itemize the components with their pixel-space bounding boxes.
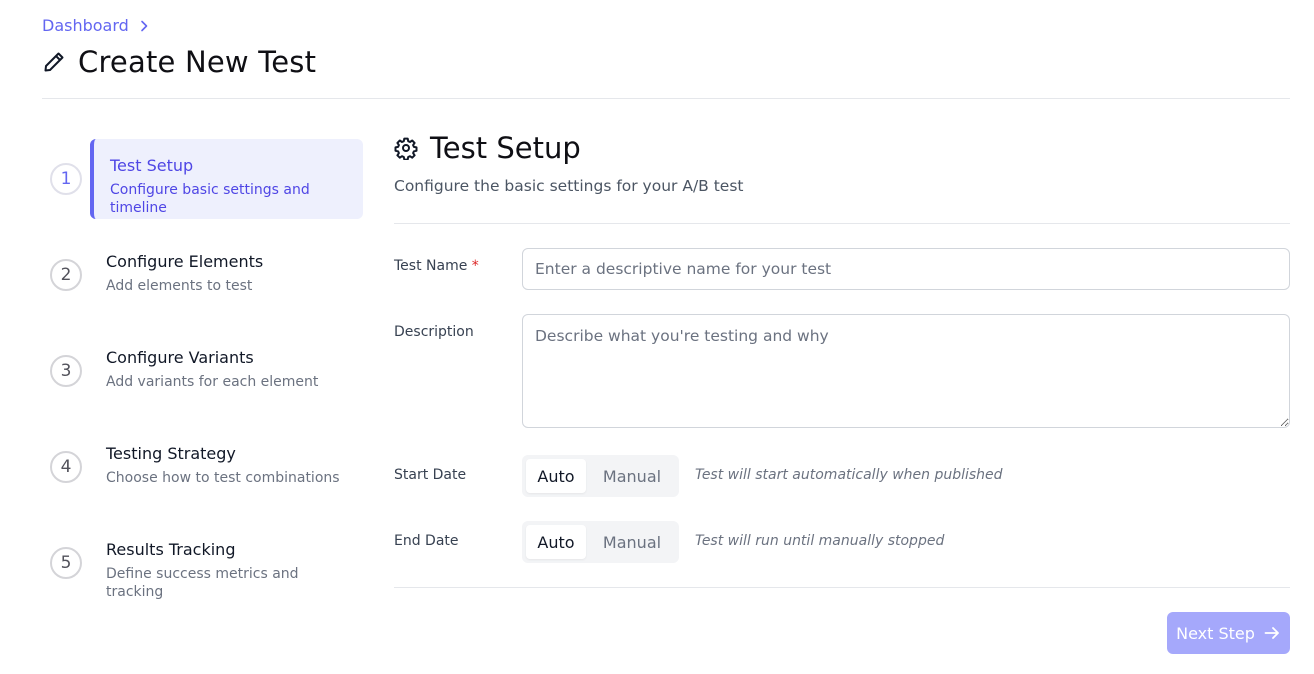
- header-divider: [42, 98, 1290, 99]
- step-number: 3: [50, 355, 82, 387]
- step-description: Define success metrics and tracking: [106, 566, 299, 600]
- page-header: Create New Test: [42, 45, 316, 79]
- next-step-button[interactable]: Next Step: [1167, 612, 1290, 654]
- step-title: Test Setup: [110, 156, 194, 175]
- step-content: Configure Variants Add variants for each…: [90, 331, 363, 411]
- step-description: Configure basic settings and timeline: [110, 182, 310, 216]
- test-name-input[interactable]: [522, 248, 1290, 290]
- step-content: Results Tracking Define success metrics …: [90, 523, 363, 603]
- next-step-label: Next Step: [1176, 623, 1255, 643]
- step-description: Add elements to test: [106, 278, 253, 294]
- step-number: 4: [50, 451, 82, 483]
- section-title: Test Setup: [430, 131, 581, 165]
- end-date-manual-option[interactable]: Manual: [590, 525, 674, 559]
- steps-list: 1 Test Setup Configure basic settings an…: [50, 139, 363, 619]
- step-test-setup[interactable]: 1 Test Setup Configure basic settings an…: [50, 139, 363, 235]
- start-date-hint: Test will start automatically when publi…: [695, 467, 1003, 483]
- chevron-right-icon: [137, 19, 151, 33]
- step-testing-strategy[interactable]: 4 Testing Strategy Choose how to test co…: [50, 427, 363, 523]
- section-header: Test Setup: [394, 131, 581, 165]
- step-title: Configure Elements: [106, 252, 264, 271]
- step-number: 5: [50, 547, 82, 579]
- start-date-auto-option[interactable]: Auto: [526, 459, 586, 493]
- step-description: Add variants for each element: [106, 374, 319, 390]
- step-content: Test Setup Configure basic settings and …: [90, 139, 363, 219]
- section-subtitle: Configure the basic settings for your A/…: [394, 177, 744, 195]
- step-content: Configure Elements Add elements to test: [90, 235, 363, 315]
- description-label: Description: [394, 324, 474, 340]
- page-title: Create New Test: [78, 45, 317, 79]
- breadcrumb: Dashboard: [42, 16, 151, 35]
- start-date-label: Start Date: [394, 467, 467, 483]
- step-description: Choose how to test combinations: [106, 470, 340, 486]
- step-results-tracking[interactable]: 5 Results Tracking Define success metric…: [50, 523, 363, 619]
- step-configure-variants[interactable]: 3 Configure Variants Add variants for ea…: [50, 331, 363, 427]
- pencil-icon: [42, 50, 66, 74]
- arrow-right-icon: [1263, 624, 1281, 642]
- step-title: Configure Variants: [106, 348, 254, 367]
- step-content: Testing Strategy Choose how to test comb…: [90, 427, 363, 507]
- test-name-label-text: Test Name: [394, 258, 468, 274]
- step-title: Results Tracking: [106, 540, 236, 559]
- end-date-toggle: Auto Manual: [522, 521, 679, 563]
- breadcrumb-dashboard-link[interactable]: Dashboard: [42, 16, 129, 35]
- end-date-label: End Date: [394, 533, 459, 549]
- gear-icon: [394, 136, 418, 160]
- test-name-label: Test Name *: [394, 258, 479, 274]
- step-number: 2: [50, 259, 82, 291]
- description-textarea[interactable]: [522, 314, 1290, 428]
- step-configure-elements[interactable]: 2 Configure Elements Add elements to tes…: [50, 235, 363, 331]
- start-date-toggle: Auto Manual: [522, 455, 679, 497]
- section-divider: [394, 223, 1290, 224]
- required-marker: *: [471, 258, 479, 274]
- step-number: 1: [50, 163, 82, 195]
- end-date-auto-option[interactable]: Auto: [526, 525, 586, 559]
- start-date-manual-option[interactable]: Manual: [590, 459, 674, 493]
- end-date-hint: Test will run until manually stopped: [695, 533, 945, 549]
- footer-divider: [394, 587, 1290, 588]
- step-title: Testing Strategy: [106, 444, 236, 463]
